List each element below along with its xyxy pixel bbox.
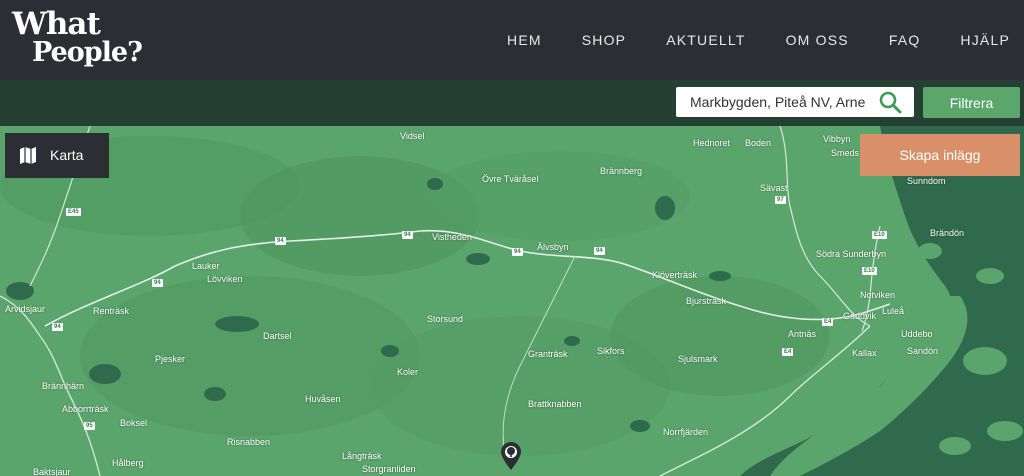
place-label: Vidsel bbox=[400, 131, 425, 141]
nav-item-hjalp[interactable]: HJÄLP bbox=[960, 32, 1010, 48]
nav-item-shop[interactable]: SHOP bbox=[582, 32, 626, 48]
road-shield: 95 bbox=[84, 422, 95, 430]
logo-text-line2: People? bbox=[32, 37, 143, 68]
place-label: Sävast bbox=[760, 183, 788, 193]
place-label: Sunndom bbox=[907, 176, 946, 186]
place-label: Sikfors bbox=[597, 346, 625, 356]
road-shield: E10 bbox=[862, 267, 877, 275]
road-shield: E10 bbox=[872, 231, 887, 239]
road-shield: E4 bbox=[782, 348, 794, 356]
place-label: Boden bbox=[745, 138, 772, 148]
place-label: Brattknabben bbox=[528, 399, 582, 409]
road-shield: E45 bbox=[66, 208, 81, 216]
place-label: Hålberg bbox=[112, 458, 144, 468]
place-label: Huvåsen bbox=[305, 394, 341, 404]
place-label: Smeds bbox=[831, 148, 860, 158]
place-label: Koler bbox=[397, 367, 419, 377]
place-label: Långträsk bbox=[342, 451, 382, 461]
place-label: Granträsk bbox=[528, 349, 568, 359]
map-icon bbox=[20, 147, 36, 164]
place-label: Klöverträsk bbox=[652, 270, 698, 280]
place-label: Hednoret bbox=[693, 138, 731, 148]
place-label: Boksel bbox=[120, 418, 148, 428]
road-shield: 94 bbox=[275, 237, 286, 245]
road-shield: 97 bbox=[775, 196, 786, 204]
place-label: Notviken bbox=[860, 290, 896, 300]
place-label: Dartsel bbox=[263, 331, 292, 341]
location-search-input[interactable] bbox=[690, 88, 882, 116]
map-toggle-button[interactable]: Karta bbox=[5, 133, 109, 178]
place-label: Vibbyn bbox=[823, 134, 851, 144]
place-label: Gäddvik bbox=[843, 311, 877, 321]
road-shield: 94 bbox=[594, 247, 605, 255]
nav-item-om-oss[interactable]: OM OSS bbox=[786, 32, 849, 48]
place-label: Arvidsjaur bbox=[5, 304, 46, 314]
place-label: Storgranliden bbox=[362, 464, 416, 474]
logo-text-line1: What bbox=[12, 6, 101, 42]
place-label: Uddebo bbox=[901, 329, 933, 339]
place-label: Sjulsmark bbox=[678, 354, 718, 364]
place-label: Brännhärn bbox=[42, 381, 85, 391]
nav-item-aktuellt[interactable]: AKTUELLT bbox=[666, 32, 745, 48]
place-label: Norrfjärden bbox=[663, 427, 709, 437]
place-label: Bjursträsk bbox=[686, 296, 727, 306]
tree-pin-icon[interactable] bbox=[499, 441, 523, 471]
place-label: Abborrträsk bbox=[62, 404, 109, 414]
place-label: Pjesker bbox=[155, 354, 186, 364]
location-search bbox=[676, 87, 914, 117]
place-label: Övre Tväråsel bbox=[482, 174, 539, 184]
top-header: What People? HEM SHOP AKTUELLT OM OSS FA… bbox=[0, 0, 1024, 80]
place-label: Brännberg bbox=[600, 166, 643, 176]
place-label: Lauker bbox=[192, 261, 220, 271]
map-toggle-label: Karta bbox=[50, 147, 84, 163]
place-label: Vistheden bbox=[432, 232, 472, 242]
place-label: Renträsk bbox=[93, 306, 130, 316]
place-label: Lövviken bbox=[207, 274, 243, 284]
place-label: Älvsbyn bbox=[537, 242, 569, 252]
place-label: Antnäs bbox=[788, 329, 817, 339]
main-navigation: HEM SHOP AKTUELLT OM OSS FAQ HJÄLP bbox=[467, 0, 1010, 80]
road-shield: 94 bbox=[152, 279, 163, 287]
create-post-button[interactable]: Skapa inlägg bbox=[860, 134, 1020, 176]
nav-item-hem[interactable]: HEM bbox=[507, 32, 542, 48]
place-label: Risnabben bbox=[227, 437, 271, 447]
place-label: Södra Sunderbyn bbox=[816, 249, 887, 259]
filter-button[interactable]: Filtrera bbox=[923, 87, 1020, 118]
place-label: Storsund bbox=[427, 314, 464, 324]
road-shield: 94 bbox=[402, 231, 413, 239]
place-label: Baktsjaur bbox=[33, 467, 71, 476]
whatpeople-logo[interactable]: What People? bbox=[12, 6, 143, 72]
road-shield: 94 bbox=[52, 323, 63, 331]
road-shield: E4 bbox=[822, 318, 834, 326]
place-label: Brändön bbox=[930, 228, 965, 238]
search-icon[interactable] bbox=[878, 90, 902, 114]
nav-item-faq[interactable]: FAQ bbox=[889, 32, 921, 48]
map-view[interactable]: Vidsel Hednoret Boden Vibbyn Smeds Övre … bbox=[0, 126, 1024, 476]
place-label: Luleå bbox=[882, 306, 905, 316]
road-shield: 94 bbox=[512, 248, 523, 256]
place-label: Kallax bbox=[852, 348, 877, 358]
place-label: Sandön bbox=[907, 346, 939, 356]
